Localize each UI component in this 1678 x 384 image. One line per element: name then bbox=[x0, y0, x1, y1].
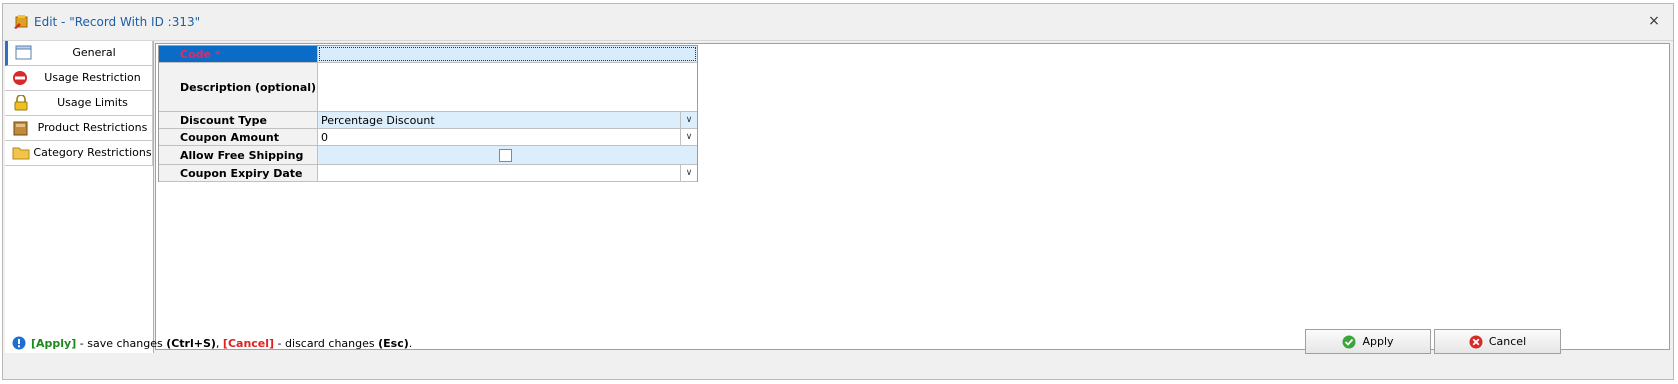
window-icon bbox=[15, 45, 32, 60]
free-shipping-checkbox[interactable] bbox=[499, 149, 512, 162]
field-label: Allow Free Shipping bbox=[159, 146, 318, 164]
hint-period: . bbox=[408, 337, 413, 350]
window-title: Edit - "Record With ID :313" bbox=[34, 15, 201, 29]
field-label: Description (optional) bbox=[159, 63, 318, 111]
discount-type-value: Percentage Discount bbox=[321, 113, 435, 127]
free-shipping-cell bbox=[318, 146, 697, 164]
tab-label: Category Restrictions bbox=[33, 146, 152, 159]
close-button[interactable]: × bbox=[1645, 12, 1663, 30]
tab-usage-limits[interactable]: Usage Limits bbox=[5, 91, 153, 116]
chevron-down-icon[interactable]: ∨ bbox=[680, 165, 697, 181]
status-hint: [Apply] - save changes (Ctrl+S), [Cancel… bbox=[31, 337, 412, 350]
check-icon bbox=[1342, 335, 1356, 348]
edit-dialog: Edit - "Record With ID :313" × General U… bbox=[2, 3, 1674, 380]
close-icon: × bbox=[1648, 13, 1660, 29]
row-description: Description (optional) bbox=[159, 63, 697, 112]
tab-sidebar: General Usage Restriction Usage Limits P… bbox=[5, 41, 154, 353]
cancel-icon bbox=[1469, 335, 1483, 348]
general-tab-content: Code * Description (optional) Discount T… bbox=[155, 43, 1670, 350]
apply-shortcut: (Ctrl+S) bbox=[166, 337, 216, 350]
cancel-label: Cancel bbox=[1488, 335, 1527, 348]
no-entry-icon bbox=[13, 71, 27, 85]
apply-label: Apply bbox=[1362, 335, 1394, 348]
cancel-hint-tag: [Cancel] bbox=[222, 337, 275, 350]
tab-product-restrictions[interactable]: Product Restrictions bbox=[5, 116, 153, 141]
apply-hint-text: - save changes bbox=[76, 337, 167, 350]
tab-general[interactable]: General bbox=[5, 41, 153, 66]
discount-type-select[interactable]: Percentage Discount ∨ bbox=[318, 112, 697, 128]
tab-label: Product Restrictions bbox=[37, 121, 148, 134]
row-code: Code * bbox=[159, 46, 697, 63]
tab-usage-restriction[interactable]: Usage Restriction bbox=[5, 66, 153, 91]
cancel-shortcut: (Esc) bbox=[378, 337, 409, 350]
field-label: Discount Type bbox=[159, 112, 318, 128]
cancel-hint-text: - discard changes bbox=[274, 337, 379, 350]
cancel-button[interactable]: Cancel bbox=[1434, 329, 1561, 354]
status-bar: [Apply] - save changes (Ctrl+S), [Cancel… bbox=[3, 325, 1673, 379]
chevron-down-icon[interactable]: ∨ bbox=[680, 129, 697, 145]
tab-category-restrictions[interactable]: Category Restrictions bbox=[5, 141, 153, 166]
title-bar: Edit - "Record With ID :313" × bbox=[3, 4, 1673, 41]
info-icon bbox=[12, 336, 26, 350]
edit-record-icon bbox=[14, 15, 28, 29]
field-label: Coupon Amount bbox=[159, 129, 318, 145]
expiry-date-input[interactable]: ∨ bbox=[318, 165, 697, 181]
row-coupon-amount: Coupon Amount 0 ∨ bbox=[159, 129, 697, 146]
description-input[interactable] bbox=[318, 63, 697, 111]
tab-label: General bbox=[72, 46, 116, 59]
field-label: Code * bbox=[159, 46, 318, 62]
field-label: Coupon Expiry Date bbox=[159, 165, 318, 181]
coupon-amount-value: 0 bbox=[321, 130, 328, 144]
tab-label: Usage Restriction bbox=[44, 71, 141, 84]
folder-icon bbox=[12, 147, 30, 160]
chevron-down-icon[interactable]: ∨ bbox=[680, 112, 697, 128]
lock-icon bbox=[14, 95, 28, 111]
tab-label: Usage Limits bbox=[57, 96, 128, 109]
row-discount-type: Discount Type Percentage Discount ∨ bbox=[159, 112, 697, 129]
property-grid: Code * Description (optional) Discount T… bbox=[158, 45, 698, 182]
coupon-amount-input[interactable]: 0 ∨ bbox=[318, 129, 697, 145]
hint-separator: , bbox=[215, 337, 223, 350]
row-expiry-date: Coupon Expiry Date ∨ bbox=[159, 165, 697, 182]
apply-button[interactable]: Apply bbox=[1305, 329, 1431, 354]
code-input[interactable] bbox=[318, 46, 697, 62]
row-free-shipping: Allow Free Shipping bbox=[159, 146, 697, 165]
apply-hint-tag: [Apply] bbox=[31, 337, 77, 350]
box-icon bbox=[13, 121, 28, 136]
